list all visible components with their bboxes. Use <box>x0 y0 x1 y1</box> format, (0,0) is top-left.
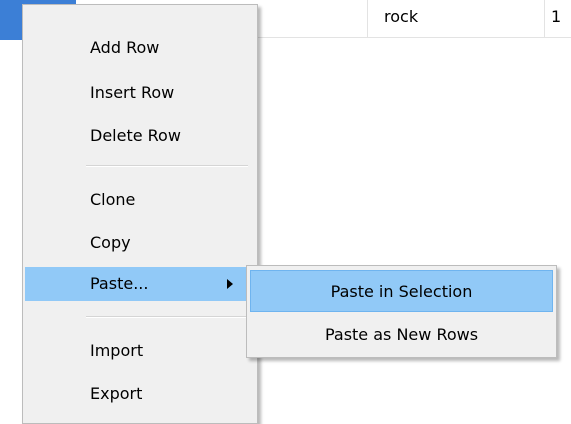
menu-item-label: Paste... <box>90 274 149 293</box>
menu-item-clone[interactable]: Clone <box>25 183 255 217</box>
menu-item-paste[interactable]: Paste... <box>25 267 255 301</box>
menu-item-label: Delete Row <box>90 126 181 145</box>
context-menu: Add Row Insert Row Delete Row Clone Copy… <box>22 4 258 424</box>
menu-item-label: Clone <box>90 190 136 209</box>
menu-item-insert-row[interactable]: Insert Row <box>25 76 255 110</box>
cell-number[interactable]: 1 <box>545 0 571 38</box>
menu-item-label: Export <box>90 384 143 403</box>
menu-item-delete-row[interactable]: Delete Row <box>25 119 255 153</box>
menu-item-export[interactable]: Export <box>25 377 255 411</box>
menu-item-import[interactable]: Import <box>25 334 255 368</box>
menu-item-copy[interactable]: Copy <box>25 226 255 260</box>
submenu-item-label: Paste as New Rows <box>324 325 479 344</box>
menu-separator <box>86 165 248 167</box>
menu-item-add-row[interactable]: Add Row <box>25 31 255 65</box>
paste-submenu: Paste in Selection Paste as New Rows <box>246 265 557 358</box>
cell-type[interactable]: rock <box>368 0 545 38</box>
submenu-item-label: Paste in Selection <box>330 282 473 301</box>
menu-item-label: Insert Row <box>90 83 175 102</box>
submenu-item-paste-as-new-rows[interactable]: Paste as New Rows <box>250 314 553 356</box>
menu-item-label: Add Row <box>90 38 160 57</box>
menu-separator <box>86 316 248 318</box>
menu-item-label: Copy <box>90 233 131 252</box>
chevron-right-icon <box>227 279 233 289</box>
submenu-item-paste-in-selection[interactable]: Paste in Selection <box>250 270 553 312</box>
menu-item-label: Import <box>90 341 144 360</box>
